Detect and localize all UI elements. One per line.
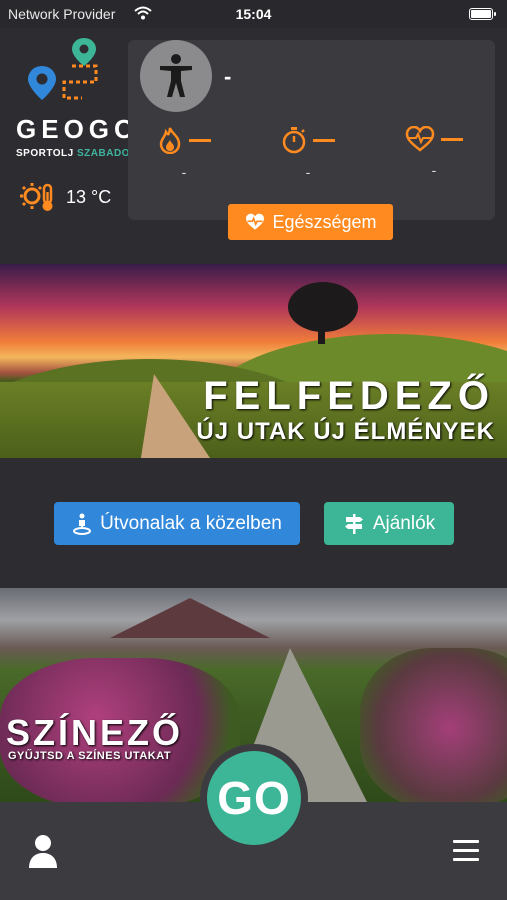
avatar[interactable]	[140, 40, 212, 112]
explorer-title: FELFEDEZŐ	[203, 374, 495, 418]
recommendations-label: Ajánlók	[372, 512, 436, 534]
user-figure-icon	[160, 54, 192, 97]
flame-icon	[159, 127, 181, 154]
colorer-title: SZÍNEZŐ	[6, 712, 184, 753]
profile-icon[interactable]	[28, 834, 58, 868]
hamburger-menu-icon[interactable]	[453, 840, 479, 862]
calories-stat: -	[144, 126, 224, 180]
nearby-routes-label: Útvonalak a közelben	[100, 512, 282, 534]
explorer-subtitle: ÚJ UTAK ÚJ ÉLMÉNYEK	[196, 418, 495, 445]
duration-value: -	[305, 164, 311, 180]
heart-pulse-icon	[246, 213, 265, 230]
duration-stat: -	[268, 126, 348, 180]
heart-pulse-icon	[405, 126, 435, 152]
colorer-subtitle: GYŰJTSD A SZÍNES UTAKAT	[8, 750, 172, 762]
route-map-icon	[28, 38, 98, 100]
logo-wordmark: GEOGO	[16, 114, 140, 144]
banner-tree	[288, 282, 358, 332]
status-bar: Network Provider 15:04	[0, 0, 507, 28]
logo-tagline: SPORTOLJ SZABADON	[16, 148, 138, 159]
signpost-icon	[344, 513, 363, 534]
recommendations-button[interactable]: Ajánlók	[324, 502, 454, 545]
health-summary-card: - - - -	[128, 40, 495, 220]
person-location-icon	[73, 513, 92, 535]
weather-widget: 13 °C	[20, 182, 111, 212]
logo-tagline-part1: SPORTOLJ	[16, 148, 74, 159]
clock: 15:04	[235, 6, 272, 22]
battery-icon	[469, 8, 496, 20]
heartrate-stat: -	[394, 126, 474, 178]
user-name: -	[224, 64, 232, 89]
nearby-routes-button[interactable]: Útvonalak a közelben	[54, 502, 300, 545]
calories-dash	[189, 138, 211, 142]
heartrate-dash	[441, 137, 463, 141]
sun-thermometer-icon	[20, 183, 53, 211]
go-button[interactable]: GO	[207, 751, 301, 845]
action-buttons-row: Útvonalak a közelben Ajánlók	[0, 458, 507, 588]
my-health-button-label: Egészségem	[272, 211, 377, 232]
banner-heather	[360, 648, 507, 802]
stopwatch-icon	[282, 127, 306, 154]
calories-value: -	[181, 164, 187, 180]
duration-dash	[313, 138, 335, 142]
temperature: 13 °C	[66, 186, 112, 207]
heartrate-value: -	[431, 162, 437, 178]
explorer-banner[interactable]: FELFEDEZŐ ÚJ UTAK ÚJ ÉLMÉNYEK	[0, 264, 507, 458]
banner-mountain	[110, 598, 270, 638]
header: GEOGO SPORTOLJ SZABADON 13 °C - - - - Eg…	[0, 28, 507, 264]
my-health-button[interactable]: Egészségem	[228, 204, 393, 240]
